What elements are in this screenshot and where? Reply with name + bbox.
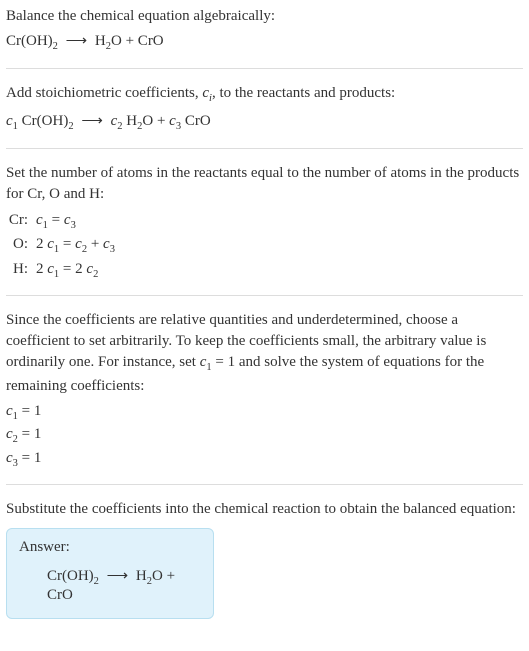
balance-eq: 2 c1 = 2 c2 bbox=[36, 258, 98, 283]
solution-list: c1 = 1 c2 = 1 c3 = 1 bbox=[6, 401, 523, 472]
coef: c bbox=[103, 236, 110, 252]
species: H bbox=[123, 113, 138, 129]
coef-sub: 3 bbox=[71, 220, 76, 231]
species: Cr(OH) bbox=[18, 113, 68, 129]
problem-text: Balance the chemical equation algebraica… bbox=[6, 6, 523, 27]
table-row: Cr: c1 = c3 bbox=[6, 209, 523, 234]
text-part: Add stoichiometric coefficients, bbox=[6, 85, 202, 101]
coefficient-equation: c1 Cr(OH)2 ⟶ c2 H2O + c3 CrO bbox=[6, 111, 523, 132]
pre: 2 bbox=[36, 261, 47, 277]
coef: c bbox=[75, 236, 82, 252]
balance-eq: 2 c1 = c2 + c3 bbox=[36, 233, 115, 258]
species: CrO bbox=[181, 113, 211, 129]
coef: c bbox=[47, 236, 54, 252]
section-answer: Substitute the coefficients into the che… bbox=[6, 499, 523, 631]
section-problem: Balance the chemical equation algebraica… bbox=[6, 6, 523, 69]
solution-row: c3 = 1 bbox=[6, 448, 523, 472]
balanced-equation: Cr(OH)2 ⟶ H2O + CrO bbox=[19, 566, 201, 604]
coef-val: = 1 bbox=[18, 426, 41, 442]
coef: c bbox=[6, 426, 13, 442]
coef: c bbox=[6, 113, 13, 129]
balance-table: Cr: c1 = c3 O: 2 c1 = c2 + c3 H: 2 c1 = … bbox=[6, 209, 523, 283]
plus: + bbox=[87, 236, 103, 252]
element-label: H: bbox=[6, 258, 36, 281]
section-solve: Since the coefficients are relative quan… bbox=[6, 310, 523, 485]
solution-row: c2 = 1 bbox=[6, 424, 523, 448]
step-text: Add stoichiometric coefficients, ci, to … bbox=[6, 83, 523, 107]
coef: c bbox=[6, 450, 13, 466]
element-label: O: bbox=[6, 233, 36, 256]
unbalanced-equation: Cr(OH)2 ⟶ H2O + CrO bbox=[6, 31, 523, 52]
eq-sub: 2 bbox=[53, 41, 58, 52]
coef: c bbox=[36, 212, 43, 228]
answer-box: Answer: Cr(OH)2 ⟶ H2O + CrO bbox=[6, 528, 214, 619]
eq-sign: = 2 bbox=[59, 261, 86, 277]
coef-sub: 2 bbox=[93, 269, 98, 280]
coef-val: = 1 bbox=[18, 450, 41, 466]
section-coefficients: Add stoichiometric coefficients, ci, to … bbox=[6, 83, 523, 149]
balance-eq: c1 = c3 bbox=[36, 209, 76, 234]
var-c: c bbox=[202, 85, 209, 101]
element-label: Cr: bbox=[6, 209, 36, 232]
eq-rhs-h: H bbox=[95, 33, 106, 49]
eq-lhs: Cr(OH) bbox=[6, 33, 53, 49]
species-sub: 2 bbox=[68, 121, 73, 132]
arrow-icon: ⟶ bbox=[62, 33, 92, 49]
eq-lhs: Cr(OH) bbox=[47, 568, 94, 584]
step-text: Set the number of atoms in the reactants… bbox=[6, 163, 523, 205]
coef: c bbox=[47, 261, 54, 277]
eq-sub: 2 bbox=[94, 576, 99, 587]
coef-sub: 3 bbox=[110, 244, 115, 255]
step-text: Since the coefficients are relative quan… bbox=[6, 310, 523, 397]
section-atom-balance: Set the number of atoms in the reactants… bbox=[6, 163, 523, 296]
eq-rhs-h: H bbox=[136, 568, 147, 584]
coef: c bbox=[64, 212, 71, 228]
table-row: O: 2 c1 = c2 + c3 bbox=[6, 233, 523, 258]
species-o: O + bbox=[142, 113, 169, 129]
table-row: H: 2 c1 = 2 c2 bbox=[6, 258, 523, 283]
step-text: Substitute the coefficients into the che… bbox=[6, 499, 523, 520]
text-part: , to the reactants and products: bbox=[212, 85, 395, 101]
answer-label: Answer: bbox=[19, 539, 201, 556]
pre: 2 bbox=[36, 236, 47, 252]
coef-val: = 1 bbox=[18, 403, 41, 419]
eq-sign: = bbox=[48, 212, 64, 228]
eq-sign: = bbox=[59, 236, 75, 252]
arrow-icon: ⟶ bbox=[77, 113, 107, 129]
solution-row: c1 = 1 bbox=[6, 401, 523, 425]
eq-rhs-rest: O + CrO bbox=[111, 33, 164, 49]
coef: c bbox=[169, 113, 176, 129]
arrow-icon: ⟶ bbox=[103, 568, 133, 584]
coef: c bbox=[6, 403, 13, 419]
